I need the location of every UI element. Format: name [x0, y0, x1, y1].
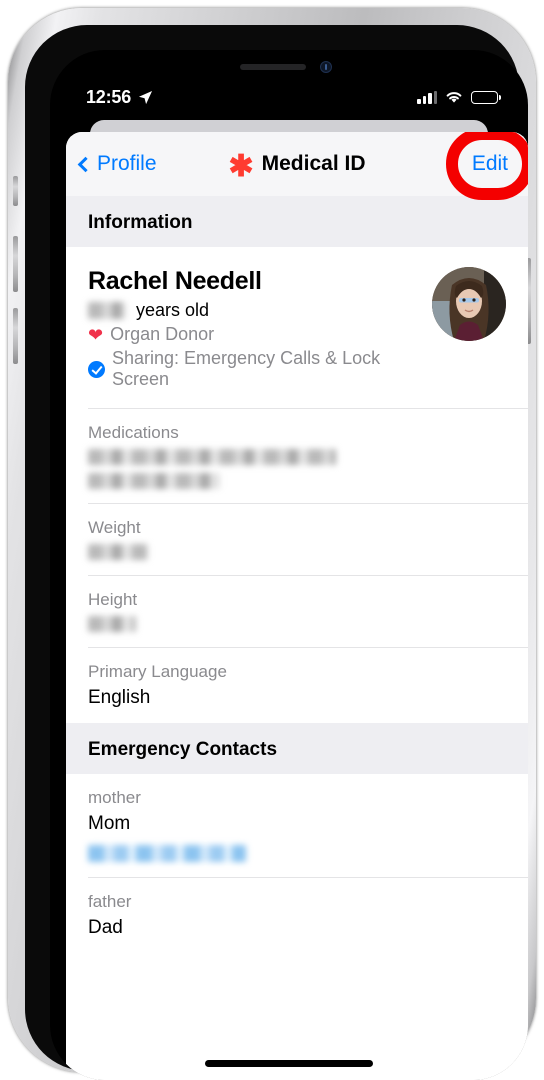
volume-down-button[interactable]	[13, 308, 18, 364]
contact-name-mother: Mom	[88, 813, 131, 834]
section-header-information: Information	[66, 196, 528, 247]
status-bar-right	[417, 90, 501, 104]
blue-check-icon	[88, 360, 105, 378]
phone-screen: 12:56 Profile ✱ Medical ID Edit Informat…	[50, 50, 528, 1080]
emergency-contacts-rows: mother Mom father Dad	[66, 774, 528, 953]
phone-frame: 12:56 Profile ✱ Medical ID Edit Informat…	[8, 8, 536, 1080]
back-to-profile-button[interactable]: Profile	[77, 152, 157, 176]
redacted-phone-number-mother	[88, 845, 246, 863]
sharing-label: Sharing: Emergency Calls & Lock Screen	[112, 348, 381, 389]
organ-donor-label: Organ Donor	[110, 324, 215, 344]
field-row-primary-language: Primary Language English	[88, 648, 528, 723]
redacted-weight-value	[88, 543, 148, 560]
navigation-bar: Profile ✱ Medical ID Edit	[66, 132, 528, 200]
profile-age-suffix: years old	[136, 300, 210, 320]
front-camera-icon	[320, 61, 332, 73]
field-label-weight: Weight	[88, 518, 141, 537]
silent-switch-button[interactable]	[13, 176, 18, 206]
medical-asterisk-icon: ✱	[228, 150, 254, 183]
profile-name: Rachel Needell	[88, 267, 262, 295]
redacted-height-value	[88, 615, 136, 632]
contact-row-father[interactable]: father Dad	[88, 878, 528, 953]
field-label-height: Height	[88, 590, 138, 609]
wifi-icon	[446, 92, 462, 103]
notch	[194, 50, 384, 80]
back-button-label: Profile	[97, 152, 157, 175]
redacted-medication-line-1	[88, 448, 336, 465]
status-bar-left: 12:56	[86, 87, 153, 108]
avatar[interactable]	[432, 267, 506, 341]
contact-relation-father: father	[88, 892, 132, 911]
heart-icon: ❤	[88, 324, 104, 345]
field-row-medications: Medications	[88, 409, 528, 504]
redacted-medication-line-2	[88, 473, 220, 489]
cellular-bars-icon	[417, 90, 437, 104]
chevron-left-icon	[77, 156, 94, 172]
field-value-primary-language: English	[88, 687, 151, 708]
edit-button[interactable]: Edit	[464, 148, 516, 180]
location-arrow-icon	[138, 90, 153, 104]
earpiece-speaker-icon	[240, 64, 306, 70]
field-label-primary-language: Primary Language	[88, 662, 227, 681]
medical-id-card: Profile ✱ Medical ID Edit Information Ra…	[66, 132, 528, 1080]
contact-row-mother[interactable]: mother Mom	[88, 774, 528, 878]
field-value-height	[88, 615, 506, 633]
field-value-weight	[88, 543, 506, 561]
field-row-weight: Weight	[88, 504, 528, 576]
status-bar: 12:56	[50, 80, 528, 114]
battery-icon	[471, 90, 501, 104]
contact-relation-mother: mother	[88, 788, 141, 807]
section-header-emergency-contacts: Emergency Contacts	[66, 723, 528, 774]
contact-phone-mother[interactable]	[88, 845, 506, 863]
profile-age-line: years old	[88, 300, 432, 321]
profile-organ-donor-line: ❤ Organ Donor	[88, 324, 432, 345]
field-row-height: Height	[88, 576, 528, 648]
medical-id-content[interactable]: Information Rachel Needell years old ❤ O…	[66, 196, 528, 1080]
status-bar-clock: 12:56	[86, 86, 132, 107]
contact-name-father: Dad	[88, 917, 123, 938]
edit-button-wrapper: Edit	[445, 132, 528, 200]
volume-up-button[interactable]	[13, 236, 18, 292]
redacted-age-value	[88, 302, 126, 319]
page-title-label: Medical ID	[261, 152, 366, 175]
home-indicator[interactable]	[205, 1060, 373, 1067]
information-rows: Rachel Needell years old ❤ Organ Donor S…	[66, 247, 528, 723]
profile-photo	[432, 267, 506, 341]
field-value-medications	[88, 448, 506, 489]
phone-bezel: 12:56 Profile ✱ Medical ID Edit Informat…	[25, 25, 528, 1080]
field-label-medications: Medications	[88, 423, 179, 442]
profile-row: Rachel Needell years old ❤ Organ Donor S…	[88, 247, 528, 409]
profile-sharing-line: Sharing: Emergency Calls & Lock Screen	[88, 348, 432, 390]
page-title: ✱ Medical ID	[228, 150, 366, 183]
profile-details: Rachel Needell years old ❤ Organ Donor S…	[88, 267, 432, 390]
